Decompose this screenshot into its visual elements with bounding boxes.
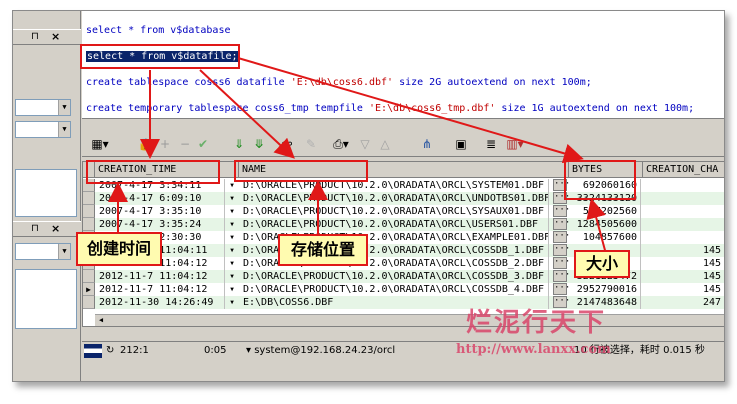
callout-size: 大小 [574, 250, 630, 278]
watermark-brand: 烂泥行天下 [466, 308, 607, 338]
watermark-url: http://www.lanxx.com [456, 342, 611, 357]
callout-location: 存储位置 [278, 234, 368, 266]
annotation-arrows [108, 57, 607, 255]
callout-creation-time: 创建时间 [76, 232, 162, 266]
